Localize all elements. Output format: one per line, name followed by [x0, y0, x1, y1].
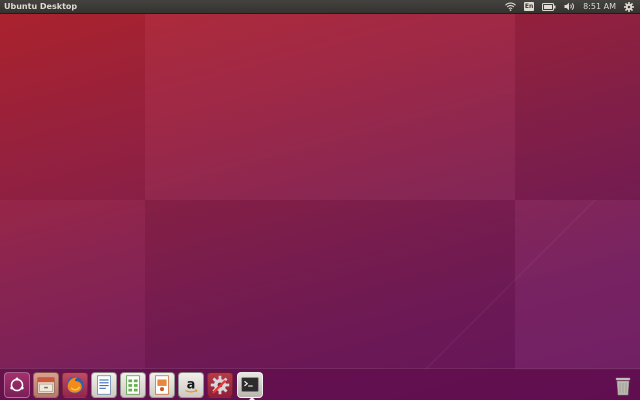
clock-indicator[interactable]: 8:51 AM	[579, 0, 620, 13]
indicator-area: En 8:51 AM	[501, 0, 638, 13]
wallpaper-facet	[515, 0, 640, 200]
clock-label: 8:51 AM	[583, 2, 616, 11]
wifi-icon	[505, 2, 517, 11]
settings-launcher[interactable]	[207, 372, 233, 398]
wallpaper-facet	[145, 0, 515, 200]
gear-icon	[624, 1, 634, 12]
battery-icon	[542, 2, 556, 11]
ubuntu-logo-icon	[10, 377, 24, 392]
writer-document-icon	[97, 375, 111, 395]
calc-launcher[interactable]	[120, 372, 146, 398]
amazon-icon: a	[185, 378, 198, 393]
keyboard-layout-label: En	[524, 2, 535, 11]
wallpaper-facet	[0, 200, 145, 370]
firefox-icon	[66, 376, 84, 394]
keyboard-indicator[interactable]: En	[520, 0, 538, 13]
desktop[interactable]: Ubuntu Desktop En 8:51 AM a	[0, 0, 640, 400]
sound-indicator[interactable]	[560, 0, 579, 13]
trash-launcher[interactable]	[610, 372, 636, 398]
file-cabinet-icon	[37, 377, 55, 394]
trash-icon	[615, 377, 631, 396]
impress-launcher[interactable]	[149, 372, 175, 398]
presentation-icon	[155, 375, 169, 395]
svg-text:a: a	[187, 378, 196, 393]
amazon-launcher[interactable]: a	[178, 372, 204, 398]
battery-indicator[interactable]	[538, 0, 560, 13]
top-panel: Ubuntu Desktop En 8:51 AM	[0, 0, 640, 14]
firefox-launcher[interactable]	[62, 372, 88, 398]
spreadsheet-icon	[126, 375, 140, 395]
launcher-dock: a	[0, 368, 640, 400]
session-menu[interactable]	[620, 0, 638, 13]
wallpaper-facet	[0, 0, 145, 200]
volume-icon	[564, 2, 575, 11]
wallpaper-diagonal	[360, 200, 640, 370]
files-launcher[interactable]	[33, 372, 59, 398]
network-indicator[interactable]	[501, 0, 520, 13]
dash-home-button[interactable]	[4, 372, 30, 398]
terminal-launcher[interactable]	[237, 372, 263, 400]
writer-launcher[interactable]	[91, 372, 117, 398]
terminal-icon	[241, 377, 259, 392]
panel-title: Ubuntu Desktop	[4, 2, 78, 11]
system-settings-icon	[210, 375, 230, 395]
